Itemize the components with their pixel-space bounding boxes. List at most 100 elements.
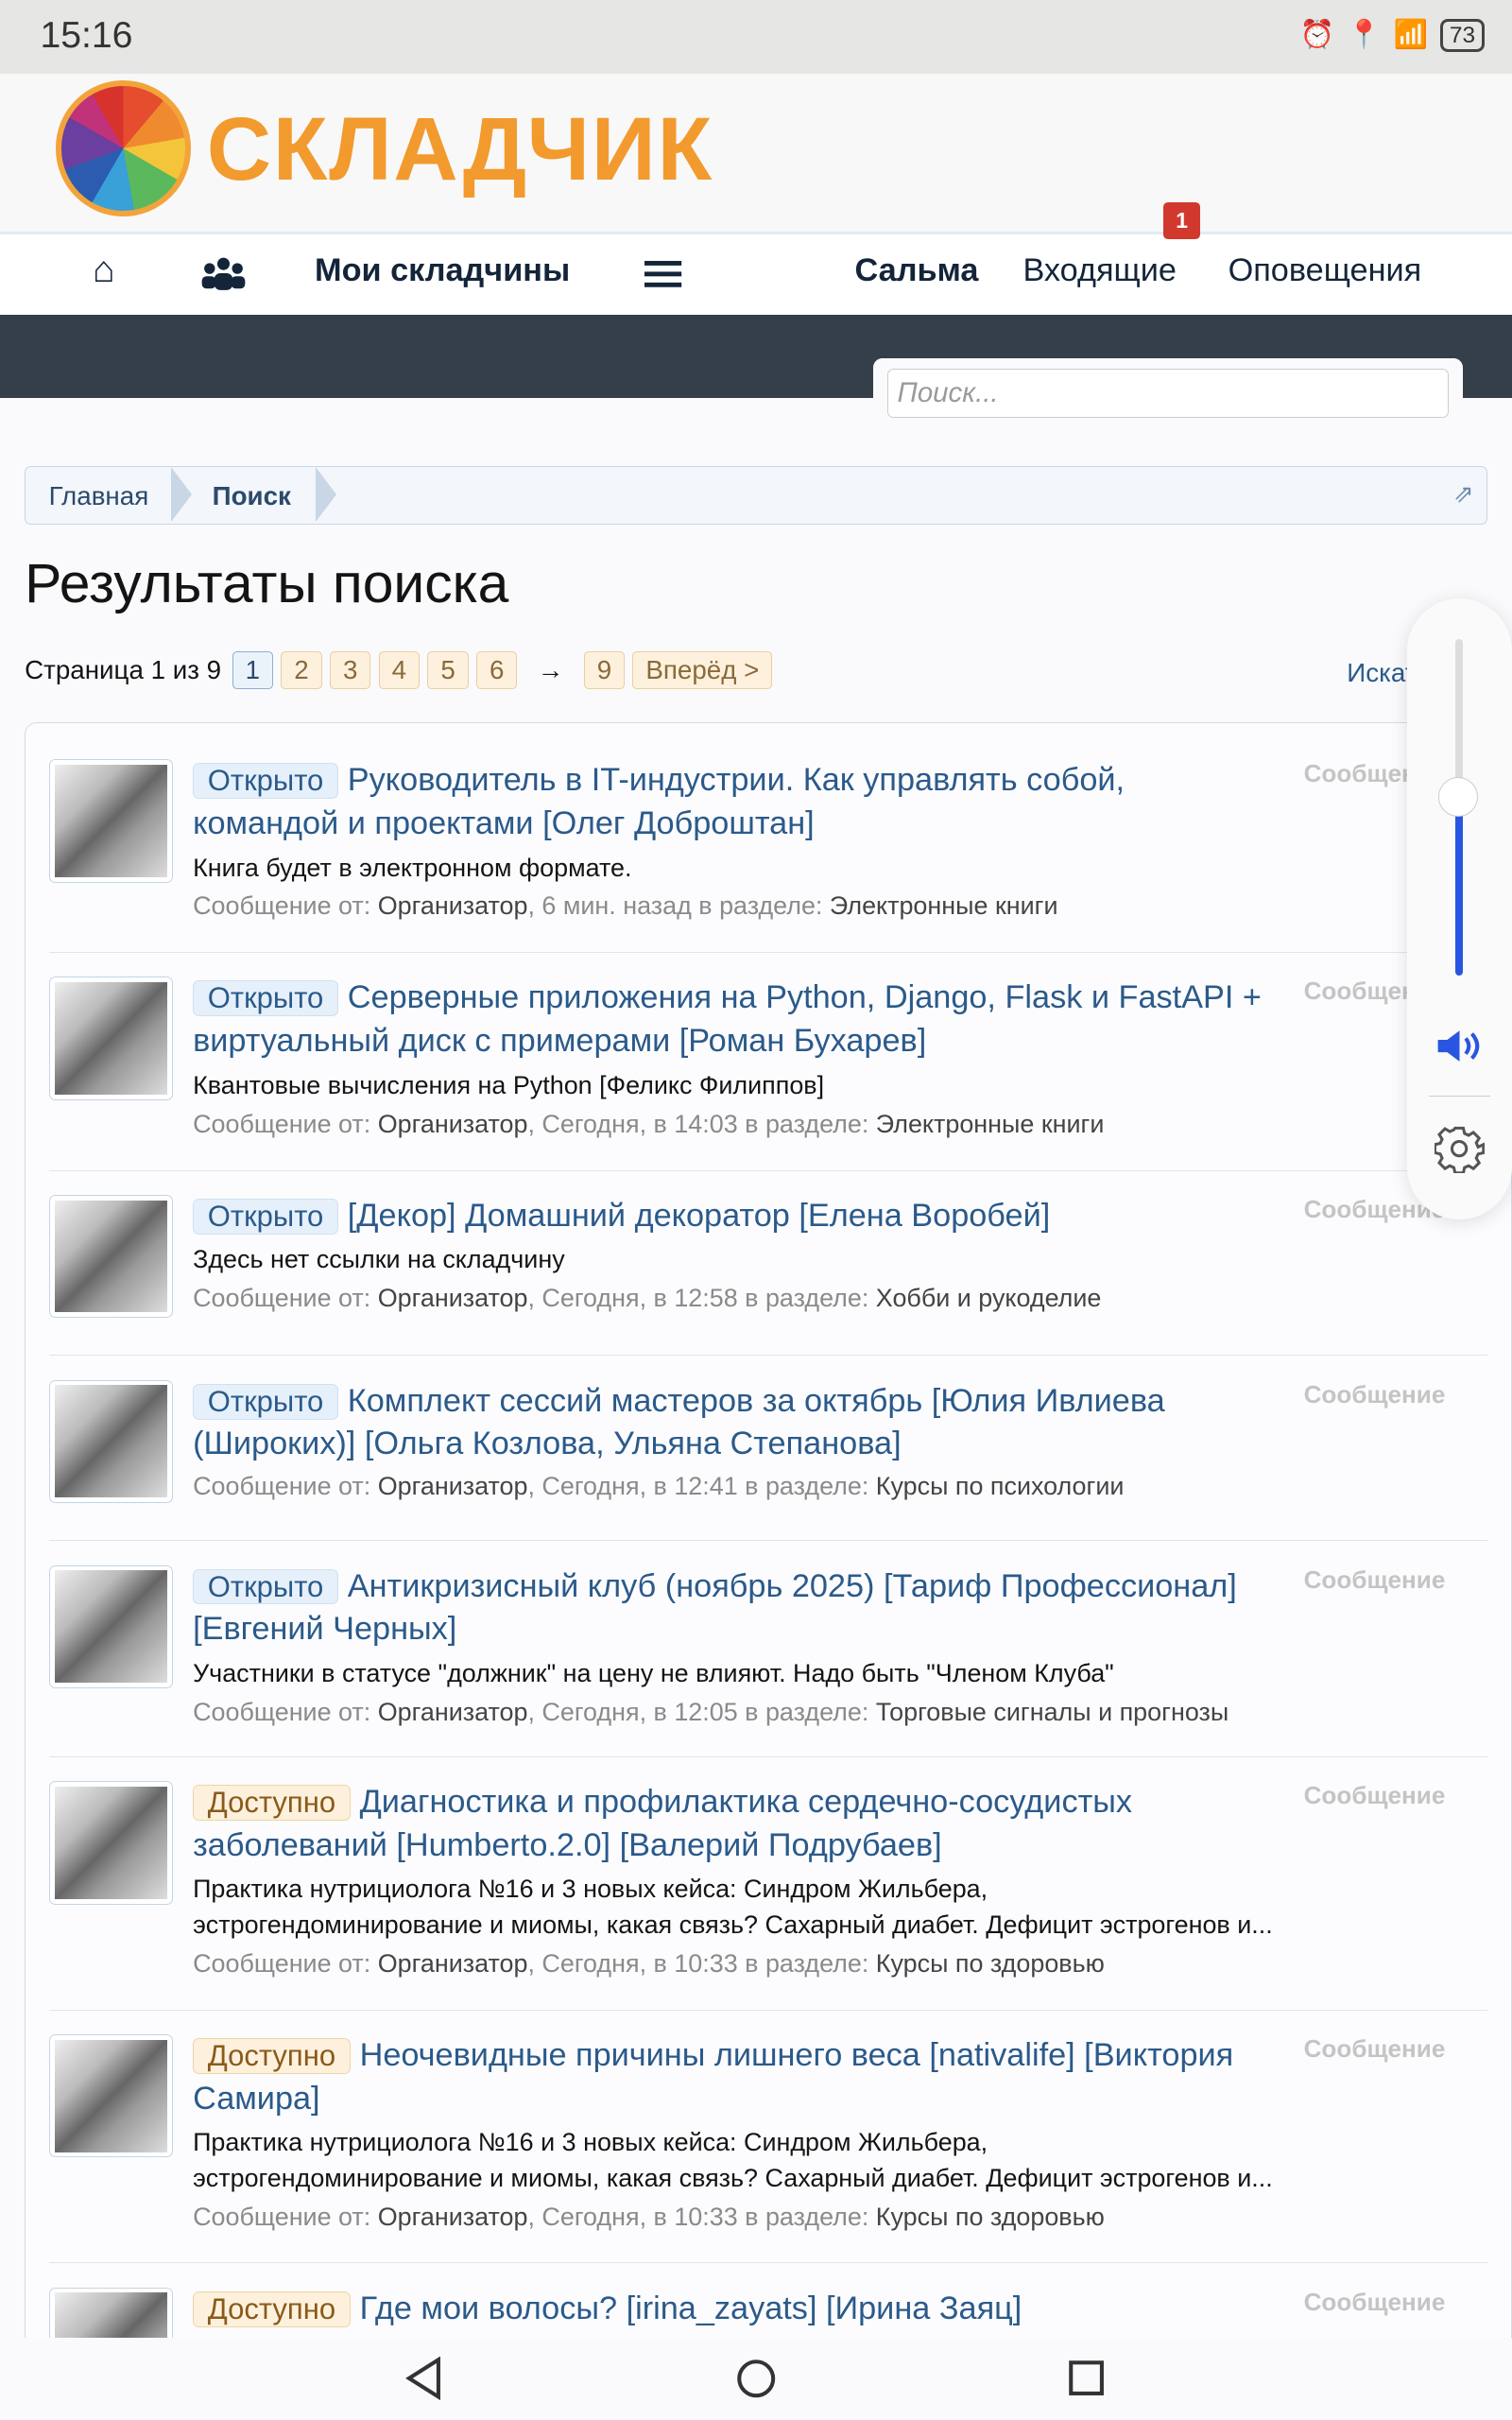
system-nav-bar: [0, 2338, 1512, 2420]
nav-alerts[interactable]: Оповещения: [1228, 252, 1422, 289]
back-icon[interactable]: [404, 2357, 444, 2400]
meta-author[interactable]: Организатор: [378, 1110, 528, 1138]
volume-fill: [1454, 797, 1463, 976]
page-5[interactable]: 5: [427, 650, 469, 690]
volume-panel: [1406, 598, 1512, 1219]
meta-author[interactable]: Организатор: [378, 891, 528, 920]
result-title-text[interactable]: Где мои волосы? [irina_zayats] [Ирина За…: [360, 2290, 1022, 2326]
status-label: Доступно: [193, 2290, 351, 2327]
avatar[interactable]: [49, 2033, 173, 2158]
page-label: Страница 1 из 9: [25, 655, 222, 685]
result-title[interactable]: Доступно Диагностика и профилактика серде…: [193, 1781, 1273, 1867]
result-title[interactable]: Доступно Где мои волосы? [irina_zayats] […: [193, 2288, 1273, 2331]
speaker-icon[interactable]: [1436, 1028, 1483, 1064]
share-icon[interactable]: ⇗: [1453, 479, 1474, 509]
result-body: Доступно Где мои волосы? [irina_zayats] […: [193, 2288, 1273, 2331]
avatar[interactable]: [49, 1379, 173, 1504]
meta-time: , Сегодня, в 12:05 в разделе:: [527, 1697, 869, 1726]
meta-forum[interactable]: Курсы по психологии: [876, 1472, 1125, 1500]
page-3[interactable]: 3: [329, 650, 371, 690]
home-nav-icon[interactable]: [736, 2359, 776, 2398]
result-meta: Сообщение от: Организатор, Сегодня, в 10…: [193, 2200, 1273, 2236]
meta-author[interactable]: Организатор: [378, 1472, 528, 1500]
result-type: Сообщение: [1303, 1781, 1446, 1810]
avatar-image: [55, 1385, 167, 1498]
result-title[interactable]: Открыто Комплект сессий мастеров за октяб…: [193, 1380, 1273, 1466]
result-title-text[interactable]: Антикризисный клуб (ноябрь 2025) [Тариф …: [193, 1568, 1237, 1648]
next-page-button[interactable]: Вперёд >: [632, 650, 773, 690]
status-label: Открыто: [193, 1198, 338, 1235]
result-title-text[interactable]: [Декор] Домашний декоратор [Елена Воробе…: [348, 1198, 1051, 1234]
breadcrumb-home[interactable]: Главная: [49, 481, 149, 511]
result-title[interactable]: Открыто [Декор] Домашний декоратор [Елена…: [193, 1195, 1273, 1238]
page-2[interactable]: 2: [281, 650, 322, 690]
result-body: Открыто Комплект сессий мастеров за октяб…: [193, 1380, 1273, 1505]
wifi-icon: 📶: [1393, 19, 1429, 51]
meta-from-label: Сообщение от:: [193, 1697, 371, 1726]
meta-forum[interactable]: Курсы по здоровью: [876, 2203, 1105, 2231]
meta-time: , Сегодня, в 10:33 в разделе:: [527, 2202, 869, 2231]
divider: [49, 1540, 1487, 1542]
result-meta: Сообщение от: Организатор, 6 мин. назад …: [193, 889, 1273, 925]
result-body: Открыто Серверные приложения на Python, D…: [193, 977, 1273, 1142]
meta-from-label: Сообщение от:: [193, 1472, 371, 1501]
meta-author[interactable]: Организатор: [378, 1949, 528, 1978]
meta-forum[interactable]: Курсы по здоровью: [876, 1949, 1105, 1978]
meta-time: , Сегодня, в 10:33 в разделе:: [527, 1948, 869, 1978]
meta-forum[interactable]: Электронные книги: [876, 1110, 1105, 1138]
meta-author[interactable]: Организатор: [378, 1284, 528, 1312]
home-icon[interactable]: ⌂: [93, 250, 115, 291]
nav-user[interactable]: Сальма: [854, 252, 978, 289]
avatar[interactable]: [49, 1781, 173, 1905]
menu-icon[interactable]: [644, 260, 682, 288]
recents-icon[interactable]: [1068, 2360, 1105, 2396]
meta-author[interactable]: Организатор: [378, 1698, 528, 1726]
meta-time: , Сегодня, в 12:58 в разделе:: [527, 1284, 869, 1313]
nav-inbox[interactable]: Входящие: [1022, 252, 1176, 289]
settings-gear-icon[interactable]: [1435, 1124, 1485, 1173]
meta-time: , Сегодня, в 12:41 в разделе:: [527, 1472, 869, 1501]
meta-forum[interactable]: Электронные книги: [830, 891, 1058, 920]
avatar-image: [55, 2039, 167, 2152]
volume-thumb[interactable]: [1437, 776, 1479, 818]
divider: [49, 2262, 1487, 2264]
result-meta: Сообщение от: Организатор, Сегодня, в 12…: [193, 1281, 1273, 1317]
avatar[interactable]: [49, 1564, 173, 1689]
status-label: Доступно: [193, 2037, 351, 2074]
logo-icon[interactable]: [55, 79, 192, 216]
page-title: Результаты поиска: [25, 553, 509, 615]
page-6[interactable]: 6: [475, 650, 518, 690]
status-label: Открыто: [193, 1568, 338, 1605]
meta-from-label: Сообщение от:: [193, 891, 371, 921]
page-4[interactable]: 4: [378, 650, 421, 690]
avatar[interactable]: [49, 1194, 173, 1319]
avatar-image: [55, 765, 167, 877]
meta-forum[interactable]: Торговые сигналы и прогнозы: [876, 1698, 1228, 1726]
page-last[interactable]: 9: [583, 650, 626, 690]
page-jump-arrow[interactable]: →: [538, 655, 564, 685]
result-snippet: Практика нутрициолога №16 и 3 новых кейс…: [193, 1875, 1273, 1939]
result-title[interactable]: Открыто Антикризисный клуб (ноябрь 2025) …: [193, 1565, 1273, 1651]
result-title[interactable]: Открыто Руководитель в IT-индустрии. Как …: [193, 759, 1273, 845]
meta-from-label: Сообщение от:: [193, 2202, 371, 2231]
meta-author[interactable]: Организатор: [378, 2203, 528, 2231]
result-snippet: Участники в статусе "должник" на цену не…: [193, 1658, 1114, 1687]
divider: [49, 2009, 1487, 2011]
avatar[interactable]: [49, 759, 173, 883]
search-input[interactable]: [886, 369, 1450, 419]
breadcrumb-search[interactable]: Поиск: [213, 481, 291, 511]
members-icon[interactable]: [200, 256, 247, 293]
avatar[interactable]: [49, 977, 173, 1101]
nav-my-skladchiny[interactable]: Мои складчины: [315, 252, 570, 289]
result-title-text[interactable]: Комплект сессий мастеров за октябрь [Юли…: [193, 1383, 1165, 1462]
result-title-text[interactable]: Серверные приложения на Python, Django, …: [193, 979, 1262, 1059]
logo-text[interactable]: СКЛАДЧИК: [207, 98, 713, 201]
result-title[interactable]: Доступно Неочевидные причины лишнего веса…: [193, 2034, 1273, 2120]
clock: 15:16: [40, 15, 133, 57]
result-title[interactable]: Открыто Серверные приложения на Python, D…: [193, 977, 1273, 1063]
result-snippet: Квантовые вычисления на Python [Феликс Ф…: [193, 1070, 825, 1099]
divider: [49, 1755, 1487, 1757]
meta-forum[interactable]: Хобби и рукоделие: [876, 1284, 1102, 1312]
page-1[interactable]: 1: [232, 650, 274, 690]
divider: [49, 952, 1487, 953]
